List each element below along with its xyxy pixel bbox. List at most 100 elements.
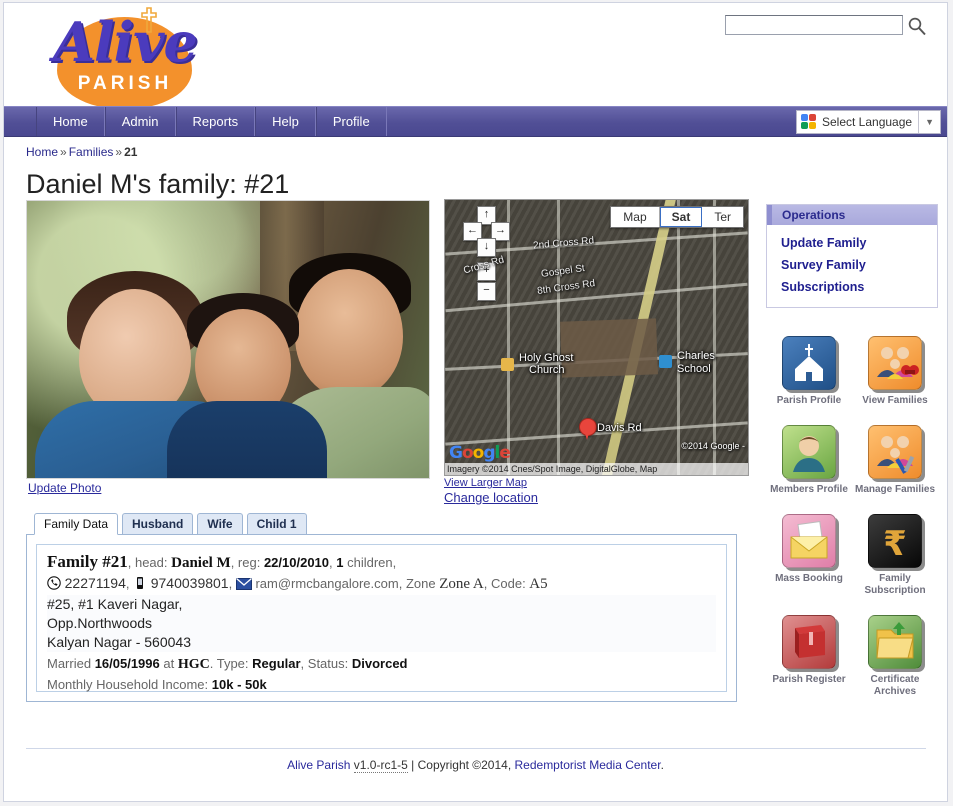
nav-spacer <box>4 107 36 136</box>
map-links: View Larger Map Change location <box>444 477 538 505</box>
map-location-marker[interactable] <box>579 418 597 444</box>
zone-label: , Zone <box>399 576 439 591</box>
family-number: Family #21 <box>47 552 128 571</box>
phone-icon <box>47 576 61 590</box>
shortcut-label: Manage Families <box>852 484 938 496</box>
nav-item-reports[interactable]: Reports <box>176 107 256 136</box>
tab-row: Family Data Husband Wife Child 1 <box>26 512 751 534</box>
church-icon <box>782 336 836 390</box>
shortcut-family-subscription[interactable]: ₹ Family Subscription <box>852 514 938 597</box>
family-summary-line: Family #21, head: Daniel M, reg: 22/10/2… <box>47 553 716 572</box>
breadcrumb-families[interactable]: Families <box>69 145 114 159</box>
search-input[interactable] <box>725 15 903 35</box>
email-address: ram@rmcbangalore.com <box>255 576 398 591</box>
shortcut-mass-booking[interactable]: Mass Booking <box>766 514 852 597</box>
map-poi-label: School <box>677 363 711 375</box>
tab-family-data[interactable]: Family Data <box>34 513 118 535</box>
map-street-label: Davis Rd <box>597 422 642 434</box>
shortcut-label: View Families <box>852 395 938 407</box>
children-label: children, <box>344 555 397 570</box>
family-code: A5 <box>529 576 547 592</box>
map-type-control: Map Sat Ter <box>610 206 744 228</box>
income-line: Monthly Household Income: 10k - 50k <box>47 676 716 694</box>
map-attribution: Imagery ©2014 Cnes/Spot Image, DigitalGl… <box>445 463 748 475</box>
map-zoom-out-button[interactable]: − <box>477 282 496 301</box>
mobile-icon <box>133 576 147 590</box>
google-logo: Google <box>449 443 510 463</box>
footer-version: v1.0-rc1-5 <box>354 758 408 773</box>
person-icon <box>782 425 836 479</box>
nav-item-home[interactable]: Home <box>36 107 105 136</box>
operation-update-family[interactable]: Update Family <box>767 232 937 254</box>
page-header: Alive PARISH <box>4 3 947 106</box>
address-line-2: Opp.Northwoods <box>47 614 716 633</box>
map-type-terrain-button[interactable]: Ter <box>702 207 743 227</box>
update-photo-link[interactable]: Update Photo <box>28 481 101 495</box>
map-poi-label: Charles <box>677 350 715 362</box>
brand-name: Alive <box>30 11 220 75</box>
search-icon[interactable] <box>907 16 927 36</box>
map-road <box>507 200 510 475</box>
type-label: . Type: <box>210 656 252 671</box>
operation-survey-family[interactable]: Survey Family <box>767 254 937 276</box>
change-location-link[interactable]: Change location <box>444 490 538 505</box>
marriage-date: 16/05/1996 <box>95 656 160 671</box>
shortcut-label: Certificate Archives <box>852 674 938 698</box>
right-column: Operations Update Family Survey Family S… <box>766 204 938 698</box>
language-selector[interactable]: Select Language ▼ <box>796 110 941 134</box>
shortcut-certificate-archives[interactable]: Certificate Archives <box>852 615 938 698</box>
breadcrumb: Home»Families»21 <box>4 137 947 159</box>
family-photo <box>26 200 430 479</box>
page-title: Daniel M's family: #21 <box>26 169 947 200</box>
nav-item-profile[interactable]: Profile <box>316 107 387 136</box>
map-street-label: 2nd Cross Rd <box>533 235 595 251</box>
view-larger-map-link[interactable]: View Larger Map <box>444 477 538 489</box>
family-tabs: Family Data Husband Wife Child 1 Family … <box>26 512 751 702</box>
operation-subscriptions[interactable]: Subscriptions <box>767 276 937 298</box>
photo-father-face <box>295 269 403 399</box>
operations-title: Operations <box>767 205 937 225</box>
family-contact-line: 22271194, 9740039801, ram@rmcbangalore.c… <box>47 574 716 593</box>
map-type-map-button[interactable]: Map <box>611 207 659 227</box>
map-type-satellite-button[interactable]: Sat <box>660 207 703 227</box>
shortcut-label: Members Profile <box>766 484 852 496</box>
marriage-type: Regular <box>252 656 300 671</box>
nav-item-help[interactable]: Help <box>255 107 316 136</box>
book-icon <box>782 615 836 669</box>
tab-child-1[interactable]: Child 1 <box>247 513 307 534</box>
map-road <box>677 200 680 475</box>
breadcrumb-home[interactable]: Home <box>26 145 58 159</box>
shortcut-label: Mass Booking <box>766 573 852 585</box>
rupee-icon: ₹ <box>868 514 922 568</box>
children-count: 1 <box>336 555 343 570</box>
shortcut-label: Parish Register <box>766 674 852 686</box>
brand-sub: PARISH <box>30 73 220 95</box>
brand-logo[interactable]: Alive PARISH <box>22 7 222 105</box>
tab-panel-family-data: Family #21, head: Daniel M, reg: 22/10/2… <box>26 534 737 702</box>
shortcut-parish-register[interactable]: Parish Register <box>766 615 852 698</box>
breadcrumb-sep-1: » <box>58 145 69 159</box>
nav-item-admin[interactable]: Admin <box>105 107 176 136</box>
google-translate-icon <box>801 114 817 130</box>
code-label: , Code: <box>484 576 530 591</box>
map-pan-down-button[interactable]: ↓ <box>477 238 496 257</box>
tab-wife[interactable]: Wife <box>197 513 242 534</box>
shortcut-manage-families[interactable]: Manage Families <box>852 425 938 496</box>
phone-number: 22271194 <box>65 575 126 591</box>
family-head-name: Daniel M <box>171 555 231 571</box>
map-road <box>713 200 716 475</box>
shortcut-members-profile[interactable]: Members Profile <box>766 425 852 496</box>
marital-status: Divorced <box>352 656 408 671</box>
zone-value: Zone A <box>439 576 484 592</box>
email-icon <box>236 578 252 590</box>
shortcut-parish-profile[interactable]: Parish Profile <box>766 336 852 407</box>
chevron-down-icon[interactable]: ▼ <box>918 111 940 133</box>
tab-husband[interactable]: Husband <box>122 513 193 534</box>
footer-org-link[interactable]: Redemptorist Media Center <box>515 758 661 772</box>
shortcut-view-families[interactable]: View Families <box>852 336 938 407</box>
breadcrumb-current: 21 <box>124 145 137 159</box>
photo-child-body <box>167 401 327 479</box>
marker-tip <box>584 430 590 440</box>
location-map[interactable]: ↑ ← → ↓ + − Map Sat Ter 2nd Cross Rd Cro… <box>444 199 749 476</box>
footer-app-link[interactable]: Alive Parish <box>287 758 350 772</box>
